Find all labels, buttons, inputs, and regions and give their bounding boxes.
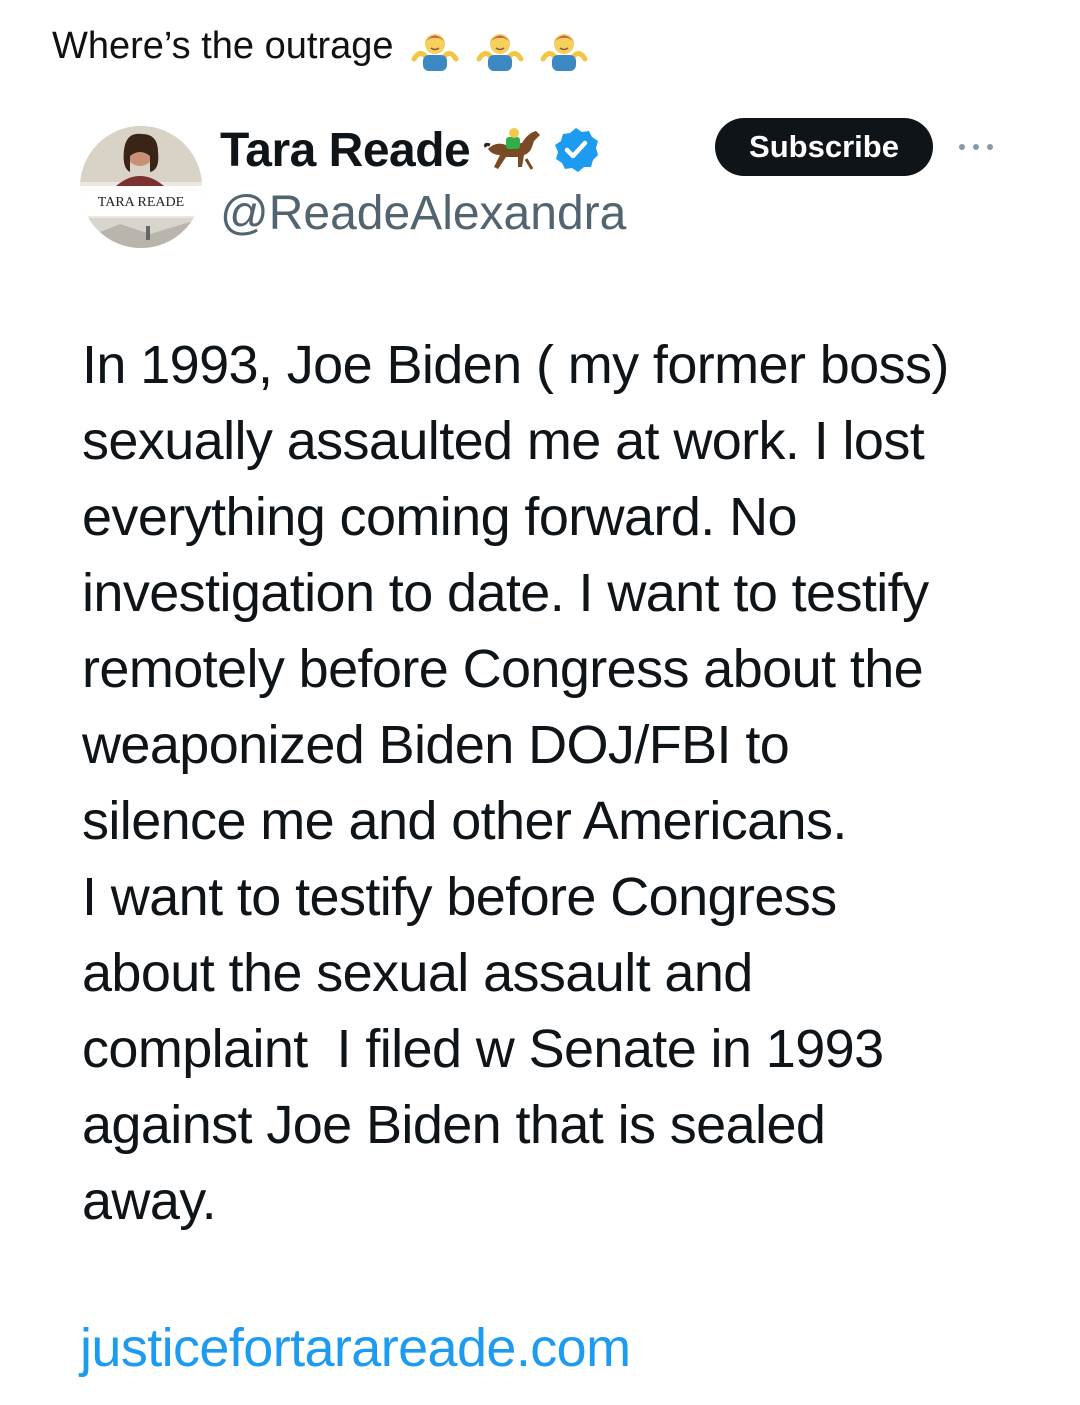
subscribe-button[interactable]: Subscribe	[715, 118, 933, 176]
caption-text: Where’s the outrage	[52, 25, 394, 67]
more-options-icon[interactable]	[956, 140, 996, 154]
avatar[interactable]: TARA READE	[80, 126, 202, 248]
tweet-body-line: investigation to date. I want to testify	[82, 563, 929, 623]
person-shrugging-icon	[411, 33, 459, 71]
tweet-body-line: In 1993, Joe Biden ( my former boss)	[82, 335, 949, 395]
verified-badge-icon	[555, 128, 599, 172]
avatar-label: TARA READE	[98, 195, 184, 210]
tweet-link[interactable]: justicefortarareade.com	[80, 1310, 631, 1386]
person-shrugging-icon	[540, 33, 588, 71]
avatar-image: TARA READE	[80, 126, 202, 248]
author-handle[interactable]: @ReadeAlexandra	[220, 186, 626, 241]
tweet-body-line: I want to testify before Congress	[82, 867, 837, 927]
tweet-body-line: silence me and other Americans.	[82, 791, 847, 851]
tweet-body-line: remotely before Congress about the	[82, 639, 924, 699]
tweet-body: In 1993, Joe Biden ( my former boss) sex…	[82, 327, 1022, 1239]
author-display-name[interactable]: Tara Reade	[220, 123, 471, 178]
person-shrugging-icon	[476, 33, 524, 71]
tweet-body-line: weaponized Biden DOJ/FBI to	[82, 715, 790, 775]
author-name-row[interactable]: Tara Reade	[220, 120, 600, 180]
tweet-body-line: sexually assaulted me at work. I lost	[82, 411, 925, 471]
horse-racing-icon	[484, 128, 541, 170]
tweet-body-line: away.	[82, 1171, 217, 1231]
post-caption: Where’s the outrage	[52, 22, 593, 72]
tweet-header: TARA READE Tara Reade @ReadeAlexandra Su…	[80, 118, 1000, 248]
tweet-body-line: complaint I filed w Senate in 1993	[82, 1019, 884, 1079]
tweet-body-line: about the sexual assault and	[82, 943, 753, 1003]
tweet-body-line: everything coming forward. No	[82, 487, 798, 547]
tweet-body-line: against Joe Biden that is sealed	[82, 1095, 826, 1155]
caption-emoji-group	[410, 24, 593, 72]
